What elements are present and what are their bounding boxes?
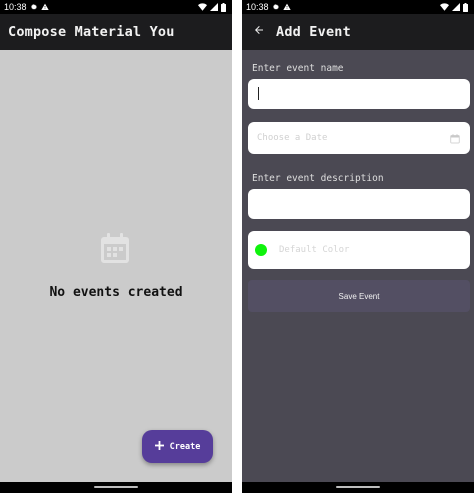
- back-button[interactable]: [244, 14, 274, 50]
- event-name-field[interactable]: [248, 79, 470, 109]
- save-event-button[interactable]: Save Event: [248, 280, 470, 312]
- add-event-screen: 10:38 Add Event Enter event name Choose …: [242, 0, 474, 493]
- create-event-button[interactable]: Create: [142, 430, 213, 463]
- empty-state-message: No events created: [49, 285, 183, 300]
- event-description-field[interactable]: [248, 189, 470, 219]
- warning-icon: [40, 3, 49, 11]
- event-name-label: Enter event name: [252, 63, 344, 74]
- settings-icon: [30, 3, 38, 11]
- arrow-left-icon: [253, 24, 265, 40]
- calendar-icon: [101, 233, 129, 267]
- signal-icon: [452, 3, 460, 11]
- date-picker-field[interactable]: Choose a Date: [248, 122, 470, 154]
- create-button-label: Create: [169, 441, 201, 452]
- add-event-form: Enter event name Choose a Date Enter eve…: [242, 50, 474, 482]
- signal-icon: [210, 3, 218, 11]
- battery-icon: [463, 2, 468, 12]
- page-title: Add Event: [276, 24, 351, 40]
- events-list-area: No events created: [0, 50, 232, 482]
- event-description-label: Enter event description: [252, 173, 384, 184]
- battery-icon: [221, 2, 226, 12]
- gesture-handle[interactable]: [336, 486, 380, 488]
- color-swatch: [255, 244, 267, 256]
- wifi-icon: [198, 3, 207, 11]
- event-description-input[interactable]: [248, 189, 470, 219]
- navigation-bar: [242, 482, 474, 493]
- gesture-handle[interactable]: [94, 486, 138, 488]
- navigation-bar: [0, 482, 232, 493]
- settings-icon: [272, 3, 280, 11]
- date-placeholder: Choose a Date: [257, 133, 328, 143]
- home-screen: 10:38 Compose Material You No events cre…: [0, 0, 232, 493]
- app-title: Compose Material You: [8, 24, 175, 40]
- add-event-app-bar: Add Event: [242, 14, 474, 50]
- event-name-input[interactable]: [248, 79, 470, 109]
- plus-icon: [154, 440, 164, 453]
- wifi-icon: [440, 3, 449, 11]
- status-bar: 10:38: [242, 0, 474, 14]
- color-picker-field[interactable]: Default Color: [248, 231, 470, 269]
- save-button-label: Save Event: [338, 291, 380, 301]
- status-bar: 10:38: [0, 0, 232, 14]
- text-cursor: [258, 87, 259, 100]
- status-time: 10:38: [246, 2, 269, 12]
- home-app-bar: Compose Material You: [0, 14, 232, 50]
- calendar-icon: [450, 129, 460, 148]
- color-placeholder: Default Color: [279, 245, 350, 255]
- status-time: 10:38: [4, 2, 27, 12]
- warning-icon: [282, 3, 291, 11]
